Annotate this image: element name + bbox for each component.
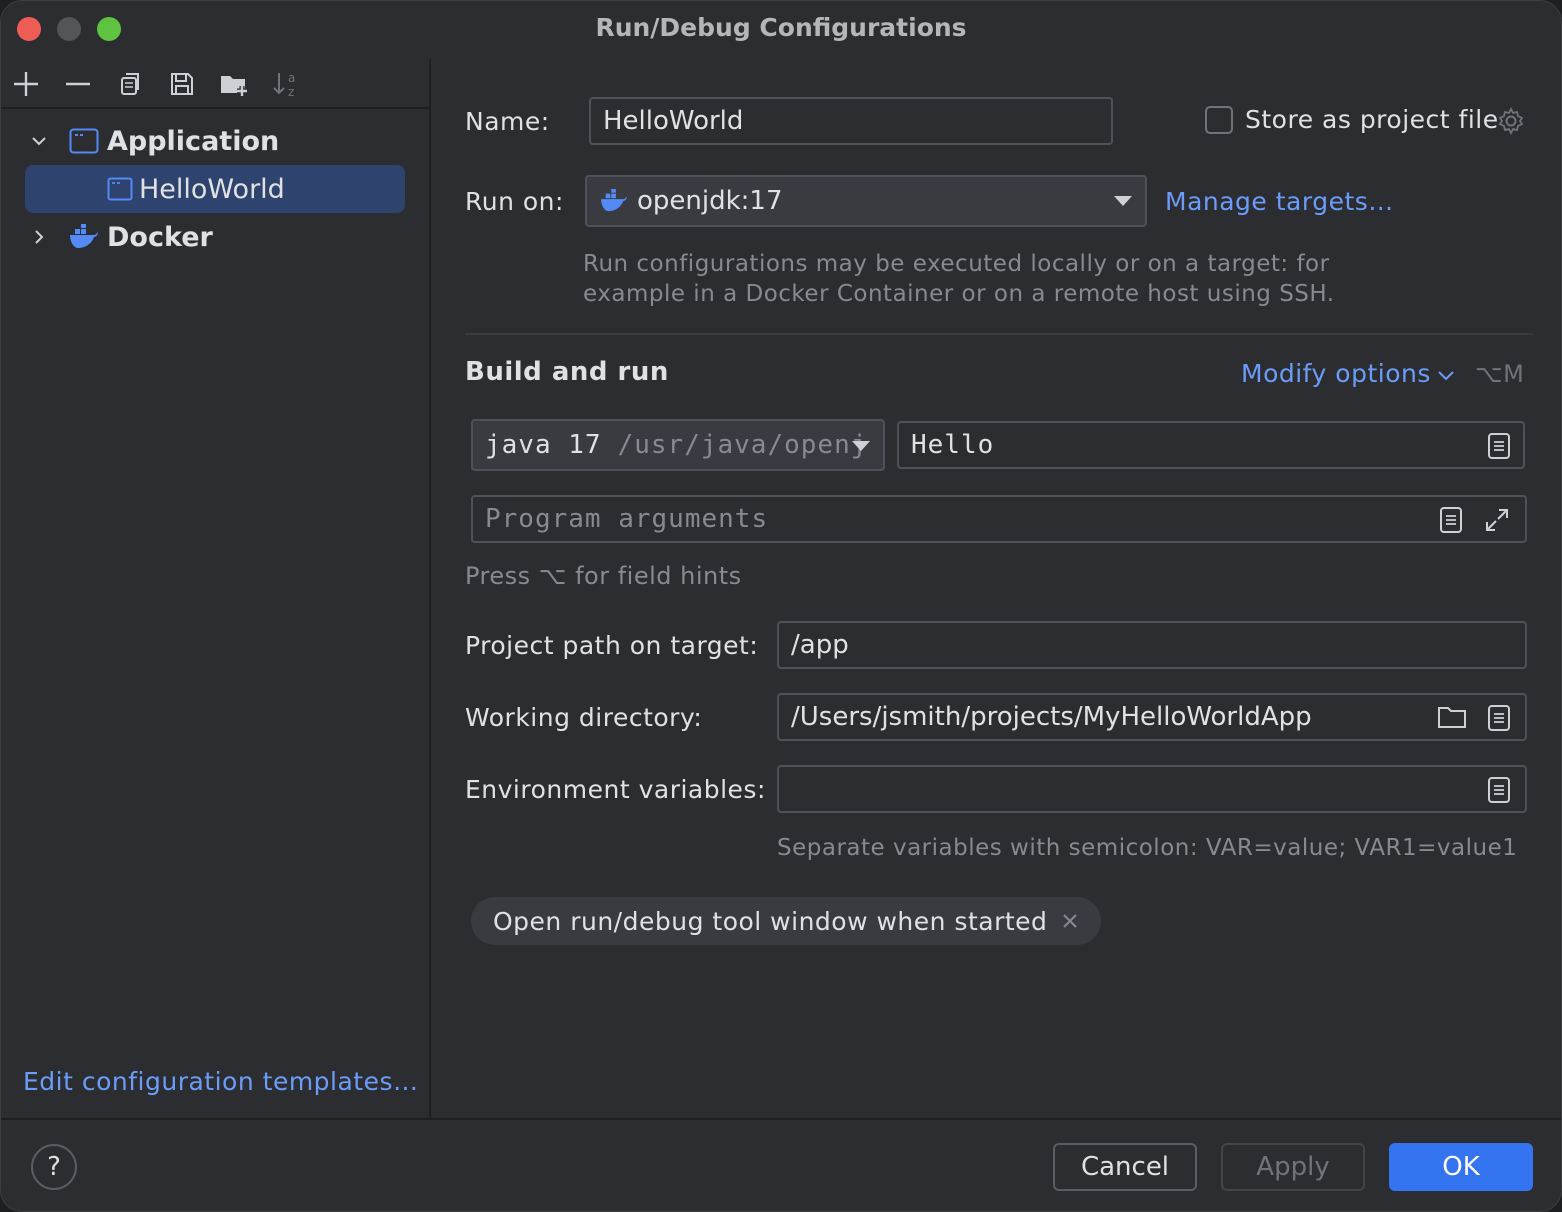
docker-icon [69, 224, 99, 250]
copy-icon[interactable] [113, 67, 147, 101]
open-tool-window-option-chip[interactable]: Open run/debug tool window when started [471, 897, 1101, 945]
help-button[interactable]: ? [31, 1144, 77, 1190]
working-directory-input[interactable]: /Users/jsmith/projects/MyHelloWorldApp [777, 693, 1527, 741]
environment-variables-input[interactable] [777, 765, 1527, 813]
section-separator [465, 333, 1533, 335]
store-as-project-file-label: Store as project file [1245, 105, 1499, 134]
working-directory-label: Working directory: [465, 703, 702, 732]
application-config-icon [107, 177, 133, 201]
add-icon[interactable] [9, 67, 43, 101]
run-on-value: openjdk:17 [637, 186, 783, 216]
chevron-down-icon[interactable] [1435, 365, 1457, 387]
application-config-icon [69, 128, 99, 154]
cancel-button[interactable]: Cancel [1053, 1143, 1197, 1191]
dropdown-arrow-icon [1113, 195, 1133, 207]
close-icon[interactable] [1061, 912, 1079, 930]
working-directory-value: /Users/jsmith/projects/MyHelloWorldApp [791, 702, 1312, 732]
manage-targets-link[interactable]: Manage targets… [1165, 187, 1394, 216]
browse-list-icon[interactable] [1487, 432, 1511, 460]
run-on-label: Run on: [465, 187, 564, 216]
ok-button[interactable]: OK [1389, 1143, 1533, 1191]
program-arguments-input[interactable]: Program arguments [471, 495, 1527, 543]
run-on-dropdown[interactable]: openjdk:17 [585, 175, 1147, 227]
sort-icon[interactable]: az [269, 67, 303, 101]
run-debug-configurations-dialog: Run/Debug Configurations az [0, 0, 1562, 1212]
expand-icon[interactable] [1483, 506, 1511, 534]
jdk-dropdown[interactable]: java 17 /usr/java/openj [471, 419, 885, 471]
project-path-value: /app [791, 630, 849, 660]
list-editor-icon[interactable] [1439, 506, 1463, 534]
apply-button[interactable]: Apply [1221, 1143, 1365, 1191]
main-class-value: Hello [911, 430, 994, 460]
folder-icon[interactable] [1437, 704, 1467, 730]
tree-node-helloworld[interactable]: HelloWorld [25, 165, 405, 213]
configuration-editor: Name: HelloWorld Store as project file R… [431, 59, 1562, 1119]
run-on-hint-line-2: example in a Docker Container or on a re… [583, 279, 1335, 309]
list-editor-icon[interactable] [1487, 776, 1511, 804]
docker-icon [599, 189, 629, 213]
edit-configuration-templates-link[interactable]: Edit configuration templates… [23, 1067, 419, 1096]
tree-node-application[interactable]: Application [25, 117, 405, 165]
svg-text:z: z [288, 85, 294, 99]
modify-options-link[interactable]: Modify options [1241, 359, 1431, 388]
chevron-right-icon[interactable] [29, 227, 61, 247]
window-title: Run/Debug Configurations [1, 13, 1561, 42]
tree-label-application: Application [107, 126, 279, 157]
svg-text:a: a [288, 71, 295, 85]
store-as-project-file-checkbox[interactable] [1205, 106, 1233, 134]
environment-variables-hint: Separate variables with semicolon: VAR=v… [777, 833, 1517, 863]
chevron-down-icon[interactable] [29, 131, 61, 151]
configurations-sidebar: az Application HelloWorld D [1, 59, 429, 1119]
footer-separator [1, 1118, 1561, 1120]
environment-variables-label: Environment variables: [465, 775, 766, 804]
help-label: ? [47, 1152, 61, 1182]
dropdown-arrow-icon [851, 440, 871, 452]
new-folder-icon[interactable] [217, 67, 251, 101]
name-input[interactable]: HelloWorld [589, 97, 1113, 145]
main-class-input[interactable]: Hello [897, 421, 1525, 469]
gear-icon[interactable] [1495, 105, 1527, 137]
title-bar: Run/Debug Configurations [1, 1, 1561, 59]
name-label: Name: [465, 107, 550, 136]
program-arguments-placeholder: Program arguments [485, 504, 768, 534]
build-and-run-title: Build and run [465, 357, 669, 387]
chip-label: Open run/debug tool window when started [493, 907, 1047, 936]
remove-icon[interactable] [61, 67, 95, 101]
name-value: HelloWorld [603, 106, 743, 136]
jdk-name: java 17 [485, 430, 602, 460]
project-path-input[interactable]: /app [777, 621, 1527, 669]
jdk-path: /usr/java/openj [618, 430, 868, 460]
tree-node-docker[interactable]: Docker [25, 213, 405, 261]
list-editor-icon[interactable] [1487, 704, 1511, 732]
project-path-label: Project path on target: [465, 631, 758, 660]
tree-label-helloworld: HelloWorld [139, 174, 285, 205]
modify-options-shortcut: ⌥M [1475, 359, 1524, 389]
run-on-hint-line-1: Run configurations may be executed local… [583, 249, 1330, 279]
save-icon[interactable] [165, 67, 199, 101]
tree-label-docker: Docker [107, 222, 213, 253]
field-hints-text: Press ⌥ for field hints [465, 561, 742, 591]
sidebar-toolbar: az [1, 59, 429, 109]
